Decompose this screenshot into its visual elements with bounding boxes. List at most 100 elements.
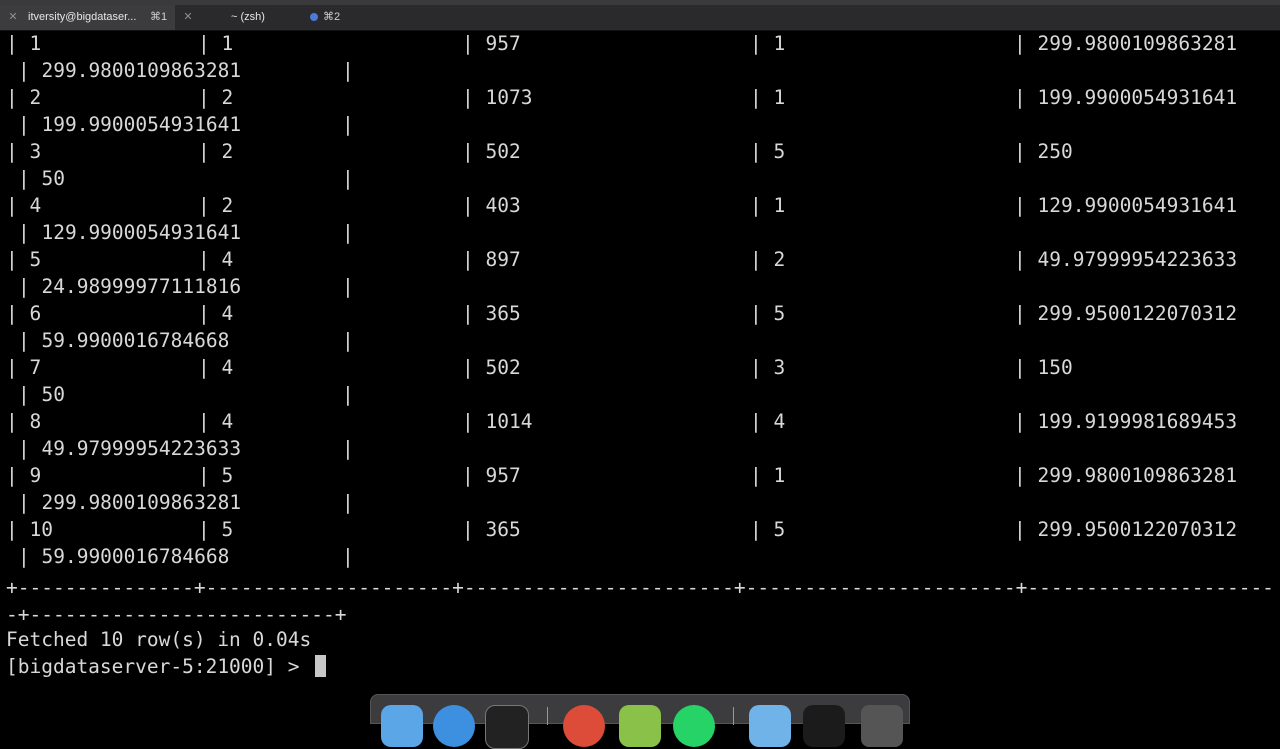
cell-divider: | [462, 86, 486, 109]
cell-value: 365 [485, 302, 521, 325]
cell-divider: | [342, 383, 354, 406]
cell-value: 2 [773, 248, 786, 271]
cell-value: 1 [773, 464, 786, 487]
tab-title: ~ (zsh) [231, 11, 265, 23]
table-cell: | 897 [462, 247, 521, 273]
cell-value: 299.9800109863281 [1037, 464, 1238, 487]
cell-divider: | [1014, 32, 1038, 55]
close-icon[interactable]: ✕ [6, 10, 20, 24]
tab-bar: ✕ itversity@bigdataser... ⌘1 ✕ ~ (zsh) ⌘… [0, 5, 1280, 31]
cell-value: 365 [485, 518, 521, 541]
cell-divider: | [198, 32, 222, 55]
cell-divider: | [462, 356, 486, 379]
table-row-continuation: | 50 | [6, 382, 1274, 408]
activity-dot-icon [310, 13, 318, 21]
cell-value: 3 [29, 140, 42, 163]
folder-icon[interactable] [749, 705, 791, 747]
cell-divider: | [6, 248, 30, 271]
cell-value: 150 [1037, 356, 1073, 379]
cell-value: 199.9199981689453 [1037, 410, 1238, 433]
app-icon[interactable] [803, 705, 845, 747]
cell-divider: | [342, 167, 354, 190]
safari-icon[interactable] [433, 705, 475, 747]
cell-value: 4 [221, 356, 234, 379]
trash-icon[interactable] [861, 705, 903, 747]
table-cell: | 4 [198, 355, 233, 381]
cell-divider: | [1014, 140, 1038, 163]
cell-value: 1 [221, 32, 234, 55]
tab-zsh[interactable]: ✕ ~ (zsh) [175, 5, 295, 30]
table-cell: | 24.98999977111816 [18, 274, 241, 300]
cell-divider: | [198, 464, 222, 487]
cell-divider: | [18, 275, 42, 298]
cell-divider: | [342, 59, 354, 82]
table-cell: | 365 [462, 517, 521, 543]
cell-value: 957 [485, 464, 521, 487]
cell-divider: | [462, 518, 486, 541]
table-row: | 6 | 4 | 365 | 5 | 299.9500122070312 [6, 301, 1274, 327]
tab-itversity[interactable]: ✕ itversity@bigdataser... ⌘1 [0, 5, 175, 30]
table-cell: | 1 [6, 31, 41, 57]
table-row-continuation: | 299.9800109863281 | [6, 58, 1274, 84]
table-cell: | 4 [6, 193, 41, 219]
cell-value: 6 [29, 302, 42, 325]
cell-divider: | [198, 248, 222, 271]
cell-value: 2 [221, 194, 234, 217]
cell-value: 502 [485, 140, 521, 163]
table-cell: | 299.9800109863281 [18, 490, 241, 516]
table-cell: | 150 [1014, 355, 1073, 381]
cell-divider: | [462, 302, 486, 325]
cell-divider: | [342, 221, 354, 244]
cell-value: 129.9900054931641 [41, 221, 242, 244]
tab-title: itversity@bigdataser... [28, 11, 137, 23]
tab-3[interactable]: ⌘2 [295, 5, 1280, 30]
cell-value: 1 [773, 194, 786, 217]
cell-value: 1073 [485, 86, 533, 109]
table-row-continuation: | 199.9900054931641 | [6, 112, 1274, 138]
cell-value: 199.9900054931641 [41, 113, 242, 136]
sublime-icon[interactable] [619, 705, 661, 747]
cell-divider: | [462, 464, 486, 487]
cell-divider: | [18, 545, 42, 568]
prompt-text: [bigdataserver-5:21000] > [6, 655, 312, 678]
cell-divider: | [18, 491, 42, 514]
whatsapp-icon[interactable] [673, 705, 715, 747]
cell-divider: | [750, 410, 774, 433]
cell-value: 7 [29, 356, 42, 379]
table-cell: | 4 [198, 301, 233, 327]
cell-value: 5 [221, 518, 234, 541]
table-row: | 8 | 4 | 1014 | 4 | 199.9199981689453 [6, 409, 1274, 435]
cell-divider: | [1014, 86, 1038, 109]
cell-divider: | [6, 32, 30, 55]
cell-divider: | [462, 194, 486, 217]
table-border: +---------------+---------------------+-… [6, 576, 1274, 599]
chrome-icon[interactable] [563, 705, 605, 747]
cell-value: 3 [773, 356, 786, 379]
table-cell: | 2 [198, 193, 233, 219]
table-row-continuation: | 49.97999954223633 | [6, 436, 1274, 462]
terminal-output[interactable]: | 1 | 1 | 957 | 1 | 299.9800109863281 | 299.9… [0, 31, 1280, 690]
table-cell: | 5 [198, 517, 233, 543]
terminal-icon[interactable] [485, 705, 529, 749]
cell-value: 9 [29, 464, 42, 487]
cell-divider: | [1014, 302, 1038, 325]
cell-divider: | [750, 518, 774, 541]
command-prompt[interactable]: [bigdataserver-5:21000] > [6, 654, 327, 680]
close-icon[interactable]: ✕ [181, 10, 195, 24]
cell-value: 5 [773, 302, 786, 325]
table-cell: | 1 [750, 193, 785, 219]
finder-icon[interactable] [381, 705, 423, 747]
table-cell: | 250 [1014, 139, 1073, 165]
table-row: | 2 | 2 | 1073 | 1 | 199.9900054931641 [6, 85, 1274, 111]
table-cell: | 1 [750, 463, 785, 489]
cell-value: 4 [29, 194, 42, 217]
table-row-continuation: | 129.9900054931641 | [6, 220, 1274, 246]
cell-value: 49.97999954223633 [1037, 248, 1238, 271]
text-cursor [315, 655, 327, 677]
cell-value: 4 [221, 410, 234, 433]
table-cell: | 49.97999954223633 [18, 436, 241, 462]
table-cell: | 199.9900054931641 [18, 112, 241, 138]
table-row: | 1 | 1 | 957 | 1 | 299.9800109863281 [6, 31, 1274, 57]
cell-divider: | [18, 329, 42, 352]
cell-divider: | [462, 32, 486, 55]
